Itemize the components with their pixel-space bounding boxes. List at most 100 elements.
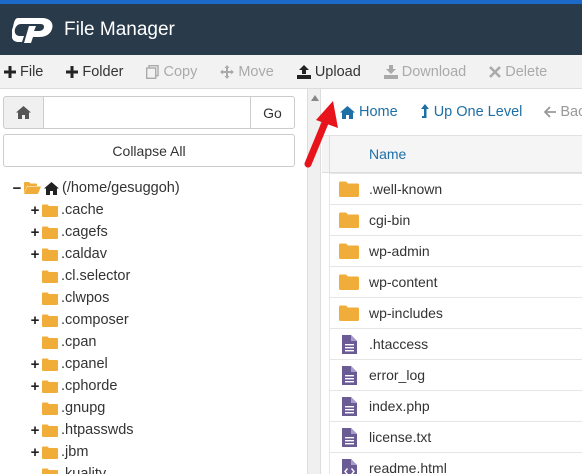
folder-icon xyxy=(42,424,58,437)
tree-node-label: .cl.selector xyxy=(61,268,131,284)
tree-node-home[interactable]: − (/home/gesuggoh) xyxy=(12,177,180,199)
tree-node-caldav[interactable]: + .caldav xyxy=(30,243,107,265)
folder-icon xyxy=(42,204,58,217)
new-folder-label: Folder xyxy=(82,63,124,80)
download-button[interactable]: Download xyxy=(383,63,467,80)
copy-label: Copy xyxy=(163,63,198,80)
table-row[interactable]: .well-known xyxy=(329,173,582,204)
folder-icon xyxy=(42,402,58,415)
home-icon xyxy=(340,105,355,119)
app-header: File Manager xyxy=(0,4,582,55)
column-header-name[interactable]: Name xyxy=(369,146,406,162)
path-input[interactable] xyxy=(43,96,251,129)
folder-icon xyxy=(339,212,359,228)
tree-node-label: .htpasswds xyxy=(61,422,134,438)
annotation-red-arrow xyxy=(304,101,338,168)
file-name: cgi-bin xyxy=(369,212,411,228)
file-name: .well-known xyxy=(369,181,443,197)
folder-icon xyxy=(42,270,58,283)
tree-expand-toggle[interactable]: + xyxy=(30,423,40,438)
delete-button[interactable]: Delete xyxy=(489,64,547,80)
file-code-icon xyxy=(341,458,357,474)
directory-sidebar: Go Collapse All − (/home/gesuggoh) + .ca… xyxy=(0,89,307,474)
folder-icon xyxy=(42,358,58,371)
tree-node-label: .jbm xyxy=(61,444,89,460)
tree-expand-toggle[interactable]: + xyxy=(30,247,40,262)
new-folder-button[interactable]: Folder xyxy=(66,64,123,80)
up-one-level-button[interactable]: Up One Level xyxy=(420,104,523,120)
back-button[interactable]: Back xyxy=(544,104,582,120)
file-name: error_log xyxy=(369,367,426,383)
tree-node-label: .caldav xyxy=(61,246,107,262)
tree-node-kuality[interactable]: .kuality xyxy=(30,463,106,474)
table-row[interactable]: index.php xyxy=(329,390,582,421)
tree-node-label: .clwpos xyxy=(61,290,110,306)
folder-icon xyxy=(42,446,58,459)
nav-home-button[interactable]: Home xyxy=(340,104,398,120)
upload-label: Upload xyxy=(314,63,361,80)
file-name: .htaccess xyxy=(369,336,429,352)
up-one-level-label: Up One Level xyxy=(433,104,523,120)
download-icon xyxy=(383,64,398,79)
tree-expand-toggle[interactable]: + xyxy=(30,313,40,328)
table-row[interactable]: wp-admin xyxy=(329,235,582,266)
folder-icon xyxy=(339,305,359,321)
tree-node-cagefs[interactable]: + .cagefs xyxy=(30,221,108,243)
tree-node-label: .cpan xyxy=(61,334,97,350)
navigation-bar: Home Up One Level Back xyxy=(322,89,582,136)
download-label: Download xyxy=(401,63,467,80)
folder-icon xyxy=(42,336,58,349)
tree-node-cache[interactable]: + .cache xyxy=(30,199,104,221)
table-row[interactable]: license.txt xyxy=(329,421,582,452)
tree-node-label: (/home/gesuggoh) xyxy=(62,180,180,196)
open-folder-icon xyxy=(24,182,41,194)
copy-button[interactable]: Copy xyxy=(146,64,197,80)
app-title: File Manager xyxy=(64,18,175,40)
tree-node-gnupg[interactable]: .gnupg xyxy=(30,397,105,419)
tree-node-composer[interactable]: + .composer xyxy=(30,309,129,331)
back-label: Back xyxy=(560,104,582,120)
tree-expand-toggle[interactable]: + xyxy=(30,379,40,394)
go-button[interactable]: Go xyxy=(250,96,295,129)
tree-node-cpan[interactable]: .cpan xyxy=(30,331,96,353)
toolbar: File Folder Copy Move Upload Download De… xyxy=(0,55,582,89)
table-row[interactable]: .htaccess xyxy=(329,328,582,359)
table-row[interactable]: wp-content xyxy=(329,266,582,297)
tree-expand-toggle[interactable]: + xyxy=(30,225,40,240)
table-row[interactable]: error_log xyxy=(329,359,582,390)
nav-home-label: Home xyxy=(359,104,398,120)
arrow-left-icon xyxy=(544,106,557,118)
file-name: readme.html xyxy=(369,460,447,474)
tree-expand-toggle[interactable]: + xyxy=(30,445,40,460)
upload-icon xyxy=(296,64,311,79)
tree-node-cphorde[interactable]: + .cphorde xyxy=(30,375,118,397)
folder-icon xyxy=(339,181,359,197)
move-icon xyxy=(220,64,235,79)
tree-node-label: .kuality xyxy=(61,466,107,474)
home-icon xyxy=(16,106,31,119)
tree-expand-toggle[interactable]: + xyxy=(30,203,40,218)
tree-collapse-toggle[interactable]: − xyxy=(12,181,22,196)
upload-button[interactable]: Upload xyxy=(296,63,361,80)
tree-expand-toggle[interactable]: + xyxy=(30,357,40,372)
level-up-icon xyxy=(420,104,429,118)
table-row[interactable]: cgi-bin xyxy=(329,204,582,235)
close-icon xyxy=(489,65,502,78)
file-name: wp-includes xyxy=(369,305,443,321)
tree-node-clwpos[interactable]: .clwpos xyxy=(30,287,109,309)
collapse-all-button[interactable]: Collapse All xyxy=(3,134,295,167)
tree-node-cpanel[interactable]: + .cpanel xyxy=(30,353,108,375)
table-row[interactable]: readme.html xyxy=(329,452,582,474)
table-header: Name xyxy=(322,136,582,173)
tree-node-cl-selector[interactable]: .cl.selector xyxy=(30,265,130,287)
tree-node-htpasswds[interactable]: + .htpasswds xyxy=(30,419,134,441)
home-directory-button[interactable] xyxy=(3,96,44,129)
new-file-button[interactable]: File xyxy=(4,64,43,80)
tree-node-label: .cpanel xyxy=(61,356,108,372)
folder-icon xyxy=(42,226,58,239)
folder-icon xyxy=(339,274,359,290)
table-row[interactable]: wp-includes xyxy=(329,297,582,328)
move-button[interactable]: Move xyxy=(220,63,274,80)
tree-node-jbm[interactable]: + .jbm xyxy=(30,441,89,463)
move-label: Move xyxy=(238,63,274,80)
